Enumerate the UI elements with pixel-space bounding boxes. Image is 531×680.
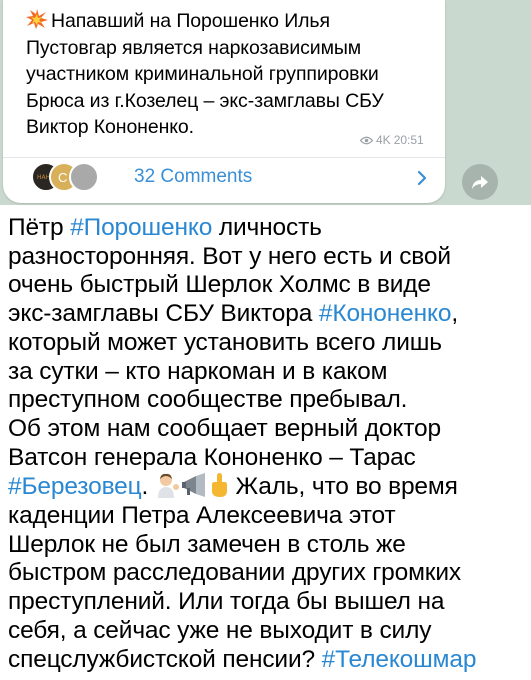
message-text-span: Пётр: [8, 214, 71, 241]
views-count: 4K: [376, 133, 391, 147]
message-text-span: ,: [451, 300, 459, 328]
message-line: #Березовец. Жаль, что во время: [8, 472, 528, 502]
share-icon: [472, 176, 488, 189]
hashtag-link[interactable]: #Березовец: [8, 473, 142, 500]
man-tipping-hand-icon: [157, 474, 179, 499]
message-text-span: .: [141, 473, 149, 501]
post-line-4: Брюса из г.Козелец – экс-замглавы СБУ: [26, 89, 384, 112]
hashtag-link[interactable]: #Порошенко: [70, 214, 212, 241]
message-line: каденции Петра Алексеевича этот: [8, 502, 396, 530]
message-text-span: Жаль, что во время: [228, 473, 458, 501]
post-line-2: Пустовгар является наркозависимым: [26, 36, 362, 59]
message-line: разносторонняя. Вот у него есть и свой: [8, 242, 451, 270]
megaphone-icon: [181, 473, 205, 498]
comments-button[interactable]: НАНЕ С 32 Comments: [3, 158, 445, 200]
message-line: спецслужбистской пенсии? #Телекошмар: [8, 646, 528, 675]
message-text-span: личность: [212, 214, 322, 241]
message-line: Об этом нам сообщает верный доктор: [8, 414, 441, 442]
message-text-span: экс-замглавы СБУ Виктора: [8, 300, 319, 328]
message-line: Шерлок не был замечен в столь же: [8, 530, 406, 558]
avatar-label: С: [58, 170, 68, 185]
message-line: быстром расследовании других громких: [8, 559, 462, 587]
post-line-5: Виктор Кононенко.: [26, 116, 194, 138]
message-line: Ватсон генерала Кононенко – Тарас: [8, 443, 416, 471]
message-line: преступном сообществе пребывал.: [8, 386, 408, 414]
message-text: Пётр #Порошенко личность разносторонняя.…: [8, 214, 528, 674]
message-line: Пётр #Порошенко личность: [8, 214, 528, 243]
post-time: 20:51: [393, 133, 424, 147]
eye-icon: [360, 136, 373, 144]
hashtag-link[interactable]: #Кононенко: [319, 300, 452, 327]
pointing-up-icon: [211, 473, 227, 498]
avatar: [69, 162, 99, 192]
share-button[interactable]: [462, 164, 498, 200]
message-line: себя, а сейчас уже не выходит в силу: [8, 616, 432, 644]
post-text: Напавший на Порошенко Илья Пустовгар явл…: [26, 8, 436, 141]
collision-icon: [26, 9, 48, 29]
message-line: экс-замглавы СБУ Виктора #Кононенко,: [8, 300, 528, 329]
message-line: который может установить всего лишь: [8, 328, 442, 356]
post-line-3: участником криминальной группировки: [26, 63, 379, 85]
post-line-1: Напавший на Порошенко Илья: [51, 10, 330, 32]
comments-label: 32 Comments: [134, 166, 253, 187]
message-line: преступлений. Или тогда бы вышел на: [8, 588, 445, 616]
hashtag-link[interactable]: #Телекошмар: [322, 646, 477, 673]
chevron-right-icon: [417, 170, 427, 186]
post-meta: 4K 20:51: [360, 133, 424, 147]
message-line: за сутки – кто наркоман и в каком: [8, 357, 388, 385]
message-line: очень быстрый Шерлок Холмс в виде: [8, 271, 431, 299]
message-text-span: спецслужбистской пенсии?: [8, 645, 322, 673]
